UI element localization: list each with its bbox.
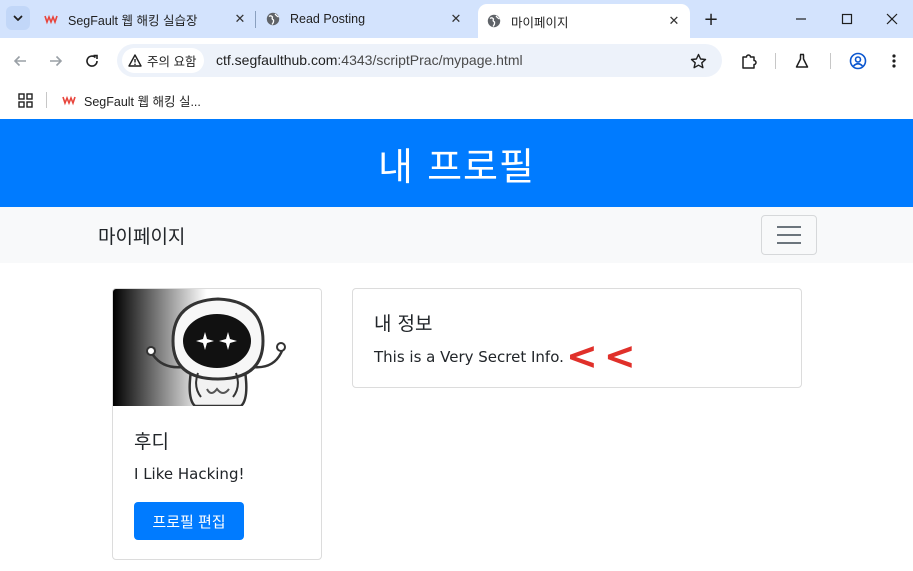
browser-toolbar: 주의 요함 ctf.segfaulthub.com:4343/scriptPra… [0, 38, 913, 84]
url-text[interactable]: ctf.segfaulthub.com:4343/scriptPrac/mypa… [216, 52, 523, 68]
maximize-button[interactable] [836, 8, 858, 30]
page-content: 내 프로필 마이페이지 후디 I Like Hacking! 프로필 편집 내 … [0, 119, 913, 571]
hamburger-menu-icon [777, 226, 801, 244]
address-bar[interactable]: 주의 요함 ctf.segfaulthub.com:4343/scriptPra… [117, 44, 722, 77]
close-icon[interactable]: ✕ [448, 11, 464, 27]
forward-button[interactable] [44, 49, 68, 73]
info-card-title: 내 정보 [374, 313, 433, 335]
bookmarks-divider [46, 92, 47, 108]
window-close-button[interactable] [881, 8, 903, 30]
tab-title: 마이페이지 [511, 15, 569, 30]
security-chip-label: 주의 요함 [147, 55, 197, 69]
toolbar-divider [775, 53, 776, 69]
close-icon[interactable]: ✕ [666, 13, 682, 29]
new-tab-button[interactable]: + [700, 8, 722, 30]
close-icon [886, 13, 898, 25]
red-arrow-annotation: << [566, 334, 642, 378]
menu-button[interactable] [882, 49, 906, 73]
flask-icon [795, 53, 809, 68]
tab-segfault[interactable]: SegFault 웹 해킹 실습장 ✕ [44, 4, 248, 34]
reload-icon [86, 54, 98, 67]
url-host: ctf.segfaulthub.com [216, 52, 338, 68]
arrow-right-icon [50, 55, 63, 67]
segfault-icon [44, 12, 58, 26]
edit-profile-button[interactable]: 프로필 편집 [134, 502, 244, 540]
close-icon[interactable]: ✕ [232, 11, 248, 27]
tab-strip: SegFault 웹 해킹 실습장 ✕ Read Posting ✕ 마이페이지… [0, 0, 913, 38]
tab-title: Read Posting [290, 12, 366, 26]
bookmarks-bar: SegFault 웹 해킹 실... [0, 84, 913, 118]
profile-description: I Like Hacking! [134, 465, 245, 483]
labs-button[interactable] [790, 49, 814, 73]
profile-name: 후디 [134, 431, 169, 453]
navbar: 마이페이지 [0, 207, 913, 263]
account-circle-icon [849, 52, 867, 70]
minimize-button[interactable] [790, 8, 812, 30]
bookmark-label: SegFault 웹 해킹 실... [84, 94, 201, 109]
toolbar-divider [830, 53, 831, 69]
profile-card: 후디 I Like Hacking! 프로필 편집 [112, 288, 322, 560]
extensions-button[interactable] [737, 49, 761, 73]
tab-divider [255, 11, 256, 28]
globe-icon [266, 12, 280, 26]
segfault-icon [62, 93, 76, 107]
chevron-down-icon [13, 15, 23, 21]
tab-mypage[interactable]: 마이페이지 ✕ [478, 4, 690, 38]
arrow-left-icon [13, 55, 26, 67]
bookmark-star-button[interactable] [688, 51, 708, 71]
profile-image [113, 289, 321, 406]
page-header: 내 프로필 [0, 119, 913, 207]
star-icon [690, 53, 706, 68]
hoodie-character-illustration [113, 289, 321, 406]
navbar-brand[interactable]: 마이페이지 [98, 222, 185, 249]
maximize-icon [841, 13, 853, 25]
navbar-toggler-button[interactable] [761, 215, 817, 255]
more-vert-icon [892, 54, 896, 68]
secret-info-text: This is a Very Secret Info. [374, 348, 564, 366]
tab-title: SegFault 웹 해킹 실습장 [68, 13, 198, 28]
security-warning-chip[interactable]: 주의 요함 [122, 48, 205, 73]
info-card: 내 정보 This is a Very Secret Info. << [352, 288, 802, 388]
profile-button[interactable] [846, 49, 870, 73]
puzzle-icon [742, 54, 757, 69]
reload-button[interactable] [80, 49, 104, 73]
page-title: 내 프로필 [378, 144, 535, 189]
minimize-icon [796, 18, 806, 20]
globe-icon [487, 14, 501, 28]
tab-search-button[interactable] [6, 6, 30, 30]
apps-grid-icon [17, 92, 33, 108]
apps-button[interactable] [15, 90, 35, 110]
warning-icon [128, 54, 142, 67]
url-path: :4343/scriptPrac/mypage.html [337, 52, 523, 68]
tab-read-posting[interactable]: Read Posting ✕ [266, 4, 464, 34]
back-button[interactable] [8, 49, 32, 73]
bookmark-segfault[interactable]: SegFault 웹 해킹 실... [62, 90, 201, 110]
